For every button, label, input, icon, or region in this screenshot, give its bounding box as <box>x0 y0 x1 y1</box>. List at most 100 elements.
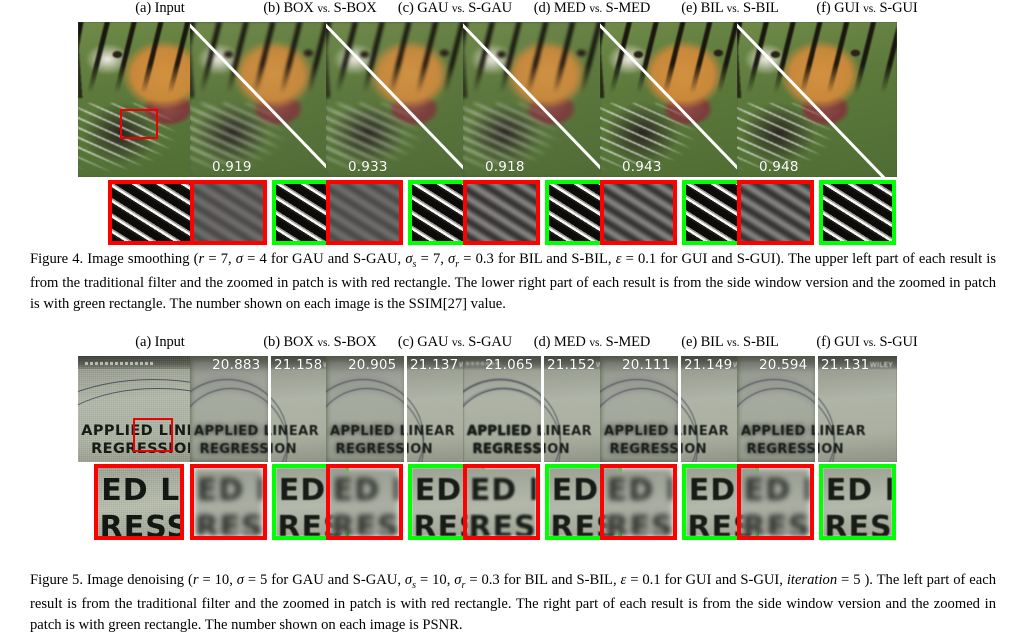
header-vs-f: vs. <box>863 3 876 15</box>
book-title-line-2: REGRESSION <box>199 441 297 457</box>
zoom-patch-content <box>330 184 399 241</box>
zoom-text-line-2: RESS <box>742 510 810 536</box>
header-tag-b: (b) <box>263 334 280 350</box>
figure-5-bil-zoom-red: ED L RESS <box>600 464 677 540</box>
header-left-b: BOX <box>283 0 314 16</box>
figure-5-caption-prefix: Figure 5. Image denoising ( <box>30 572 193 588</box>
tiger-stripes <box>326 22 486 94</box>
header-left-b: BOX <box>283 334 314 350</box>
figure-5-panel-bil: APPLIED LINEAR REGRESSION WILEY APPLIED … <box>600 356 760 540</box>
figure-4-box-zoom-red <box>190 180 267 245</box>
header-tag-e: (e) <box>681 0 698 16</box>
psnr-sidewindow-med: 21.152 <box>547 357 596 373</box>
zoom-text-line-1: ED L <box>743 473 810 509</box>
zoom-patch-content: ED L RESS <box>604 468 673 536</box>
figure-5-header-f: (f) GUI vs. S-GUI <box>737 334 997 351</box>
figure-4-sgui-zoom-green <box>819 180 896 245</box>
psnr-sidewindow-gau: 21.137 <box>410 357 459 373</box>
figure-4-panel-bil: 0.856 0.943 <box>600 22 760 245</box>
roi-red-rectangle <box>120 109 158 139</box>
tiger-eyes <box>326 22 486 177</box>
figure-4-caption-prefix: Figure 4. Image smoothing ( <box>30 251 199 267</box>
zoom-text-line-2: RESS <box>331 510 399 536</box>
image-noise-overlay <box>98 468 180 536</box>
ssim-traditional-med: 0.743 <box>463 107 467 147</box>
figure-4-bil-zoom-red <box>600 180 677 245</box>
zoom-text-line-2: RESS <box>824 510 892 536</box>
tiger-photo-filtered <box>737 22 897 177</box>
book-title-line-2: REGRESSION <box>746 441 844 457</box>
header-tag-f: (f) <box>816 334 831 350</box>
zoom-text-line-1: ED L <box>332 473 399 509</box>
header-label-a: Input <box>154 334 185 350</box>
ssim-traditional-bil: 0.856 <box>600 107 604 147</box>
header-left-d: MED <box>553 0 586 16</box>
zoom-text-line-1: ED L <box>196 473 263 509</box>
book-title-line-1: APPLIED LINEAR <box>467 423 592 439</box>
figure-4-panels: 0.723 0.919 0.752 0.933 0.743 0.918 0.85… <box>0 22 1024 248</box>
figure-4-gui-zoom-red <box>737 180 814 245</box>
figure-5-gau-zoom-red: ED L RESS <box>326 464 403 540</box>
figure-5-med-image: APPLIED LINEAR REGRESSION WILEY APPLIED … <box>463 356 623 462</box>
header-tag-f: (f) <box>816 0 831 16</box>
ssim-traditional-gau: 0.752 <box>326 107 330 147</box>
figure-5-sgui-zoom-green: ED L RESS <box>819 464 896 540</box>
roi-red-rectangle <box>133 418 173 452</box>
whisker-texture <box>741 184 810 241</box>
figure-5-caption: Figure 5. Image denoising (r = 10, σ = 5… <box>30 572 997 634</box>
ssim-sidewindow-med: 0.918 <box>485 159 525 175</box>
zoom-text-line-1: ED L <box>825 473 892 509</box>
figure-5-gau-image: APPLIED LINEAR REGRESSION WILEY APPLIED … <box>326 356 486 462</box>
header-right-f: S-GUI <box>879 334 918 350</box>
figure-4-med-image: 0.743 0.918 <box>463 22 623 177</box>
header-tag-d: (d) <box>533 0 551 16</box>
paper-figure-page: (a) Input (b) BOX vs. S-BOX (c) GAU vs. … <box>0 0 1024 640</box>
header-left-f: GUI <box>834 0 860 16</box>
figure-5-iteration-param: iteration <box>786 572 838 588</box>
zoom-patch-content: ED L RESS <box>467 468 536 536</box>
ssim-traditional-gui: 0.815 <box>737 107 741 147</box>
zoom-patch-content: ED L RESS <box>330 468 399 536</box>
header-label-a: Input <box>154 0 185 16</box>
figure-5-panel-gui: APPLIED LINEAR REGRESSION WILEY APPLIED … <box>737 356 897 540</box>
vertical-split-line <box>815 356 818 462</box>
book-zoom-texture: ED L RESS <box>741 468 810 536</box>
whisker-texture <box>823 184 892 241</box>
figure-4-bil-image: 0.856 0.943 <box>600 22 760 177</box>
figure-4-med-zoom-red <box>463 180 540 245</box>
header-left-f: GUI <box>834 334 860 350</box>
book-title-line-1: APPLIED LINEAR <box>741 423 866 439</box>
zoom-text-line-2: RESS <box>605 510 673 536</box>
header-tag-e: (e) <box>681 334 698 350</box>
header-left-c: GAU <box>417 334 449 350</box>
header-tag-a: (a) <box>135 0 152 16</box>
tiger-eyes <box>463 22 623 177</box>
book-title-line-1: APPLIED LINEAR <box>330 423 455 439</box>
header-right-f: S-GUI <box>879 0 918 16</box>
tiger-eyes <box>737 22 897 177</box>
book-title-line-1: APPLIED LINEAR <box>194 423 319 439</box>
whisker-texture <box>330 184 399 241</box>
figure-4-gui-image: 0.815 0.948 <box>737 22 897 177</box>
figure-5: (a) Input (b) BOX vs. S-BOX (c) GAU vs. … <box>0 334 1024 633</box>
ssim-traditional-box: 0.723 <box>190 107 194 147</box>
zoom-patch-content: ED L RESS <box>194 468 263 536</box>
ssim-sidewindow-bil: 0.943 <box>622 159 662 175</box>
whisker-texture <box>194 184 263 241</box>
book-zoom-texture: ED L RESS <box>604 468 673 536</box>
zoom-text-line-2: RESS <box>468 510 536 536</box>
figure-4-caption: Figure 4. Image smoothing (r = 7, σ = 4 … <box>30 251 997 313</box>
publisher-logo: WILEY <box>869 361 893 370</box>
ssim-sidewindow-gau: 0.933 <box>348 159 388 175</box>
zoom-patch-content: ED L RESS <box>98 468 180 536</box>
figure-4-column-headers: (a) Input (b) BOX vs. S-BOX (c) GAU vs. … <box>0 0 1024 22</box>
book-zoom-texture: ED L RESS <box>823 468 892 536</box>
psnr-traditional-box: 20.883 <box>212 357 261 373</box>
tiger-photo-filtered <box>600 22 760 177</box>
psnr-sidewindow-gui: 21.131 <box>821 357 870 373</box>
book-title-line-1: APPLIED LINEAR <box>604 423 729 439</box>
zoom-text-line-1: ED L <box>606 473 673 509</box>
header-tag-c: (c) <box>397 0 414 16</box>
header-left-e: BIL <box>700 0 724 16</box>
figure-5-panels: WILEY APPLIED LINEAR REGRESSION ED L RES… <box>0 356 1024 568</box>
